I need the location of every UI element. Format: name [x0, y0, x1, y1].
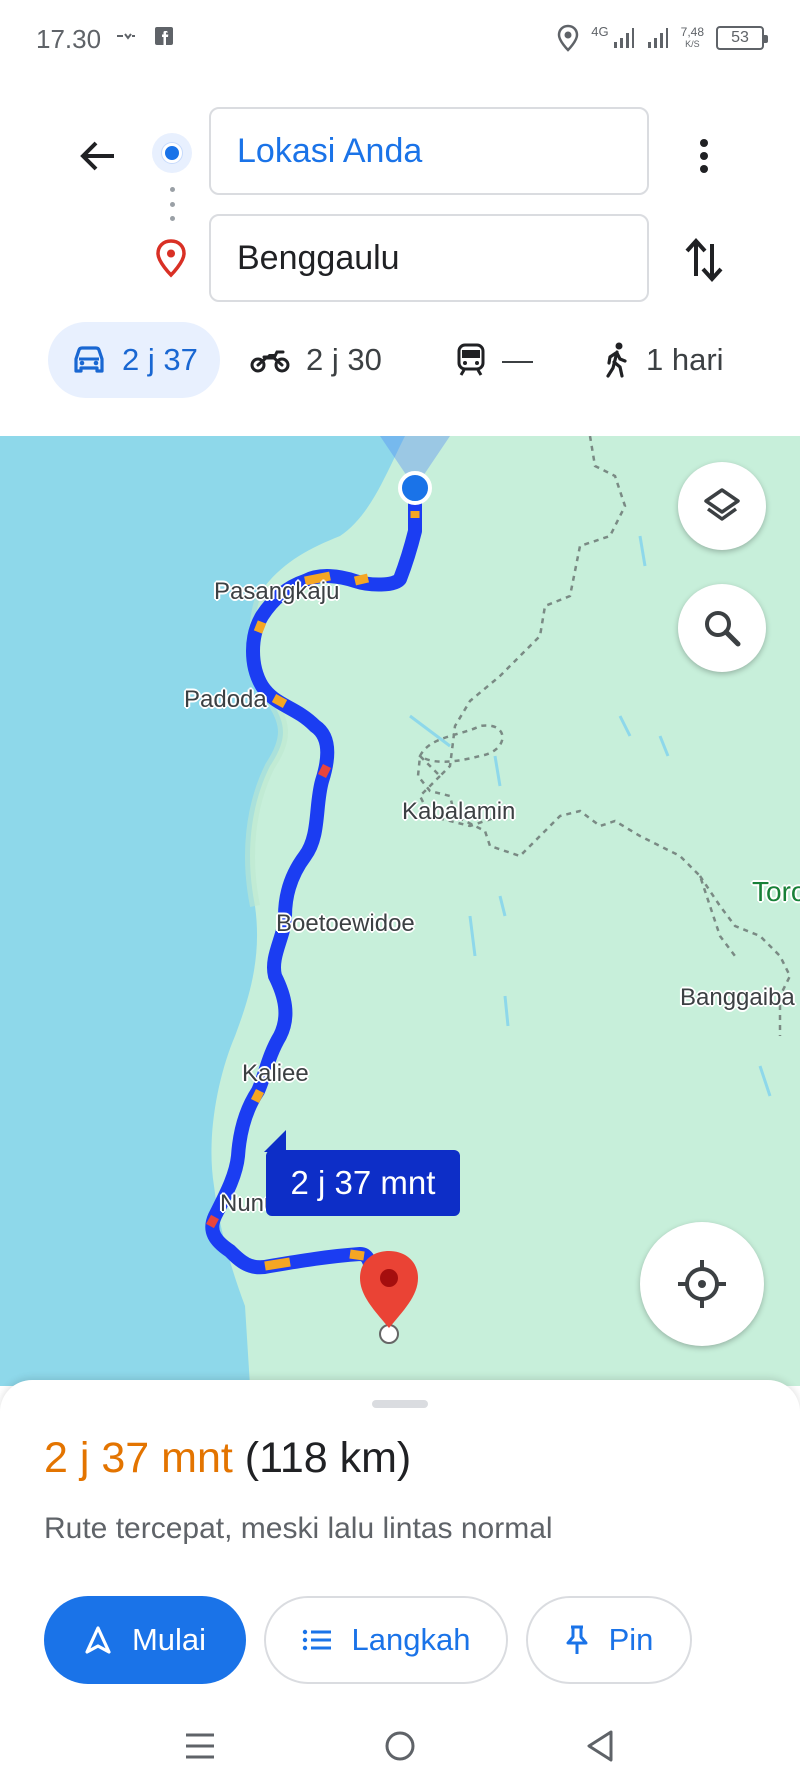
pin-label: Pin	[608, 1622, 654, 1657]
back-arrow-icon	[80, 141, 114, 171]
map-search-button[interactable]	[678, 584, 766, 672]
steps-button[interactable]: Langkah	[264, 1596, 508, 1684]
more-options-button[interactable]	[680, 128, 728, 184]
more-vert-icon	[700, 139, 708, 173]
network-label: 4G	[591, 24, 609, 39]
signal-icon	[613, 28, 634, 48]
home-circle-icon	[385, 1731, 415, 1761]
status-left-icons	[116, 26, 174, 46]
status-time: 17.30	[36, 24, 102, 54]
map-view[interactable]: Pasangkaju Padoda Kabalamin Boetoewidoe …	[0, 436, 800, 1386]
route-summary: 2 j 37 mnt (118 km)	[44, 1434, 411, 1483]
car-duration: 2 j 37	[122, 342, 198, 377]
pin-button[interactable]: Pin	[526, 1596, 692, 1684]
status-bar: 17.30 4G 7,48 K/S 53	[0, 0, 800, 80]
route-duration-text: 2 j 37 mnt	[290, 1164, 436, 1201]
pushpin-icon	[566, 1625, 588, 1654]
place-label-kabalamin: Kabalamin	[402, 798, 516, 825]
car-icon	[74, 346, 104, 373]
summary-distance: (118 km)	[244, 1434, 412, 1482]
place-label-padoda: Padoda	[184, 686, 267, 713]
transit-duration: —	[502, 342, 533, 377]
route-duration-chip[interactable]: 2 j 37 mnt	[264, 1130, 460, 1216]
battery-indicator: 53	[716, 26, 768, 50]
menu-lines-icon	[186, 1733, 214, 1759]
place-label-banggaiba: Banggaiba	[680, 984, 795, 1011]
route-note: Rute tercepat, meski lalu lintas normal	[44, 1512, 553, 1545]
motorcycle-icon	[250, 350, 290, 373]
map-destination-pin[interactable]	[360, 1251, 418, 1344]
speed-unit: K/S	[685, 39, 700, 49]
destination-pin-icon	[156, 239, 186, 278]
place-label-pasangkaju: Pasangkaju	[214, 578, 340, 605]
swap-button[interactable]	[676, 232, 732, 288]
my-location-button[interactable]	[640, 1222, 764, 1346]
recents-button[interactable]	[176, 1722, 224, 1770]
train-icon	[457, 343, 485, 376]
route-actions: Mulai Langkah Pin	[44, 1596, 692, 1684]
status-right-icons: 4G 7,48 K/S 53	[557, 24, 768, 52]
place-label-toro: Toro	[752, 876, 800, 907]
place-label-kaliee: Kaliee	[242, 1060, 309, 1087]
system-nav-bar	[0, 1700, 800, 1791]
destination-field-value: Benggaulu	[237, 238, 400, 277]
swap-icon	[685, 238, 723, 282]
back-button[interactable]	[70, 128, 126, 184]
navigation-arrow-icon	[85, 1626, 111, 1654]
summary-duration: 2 j 37 mnt	[44, 1434, 233, 1482]
battery-level: 53	[731, 29, 749, 46]
walk-icon	[606, 342, 627, 378]
location-icon	[558, 24, 579, 52]
route-connector-dots	[169, 187, 175, 221]
current-location-dot	[398, 471, 432, 505]
start-label: Mulai	[131, 1622, 207, 1657]
motorcycle-duration: 2 j 30	[306, 342, 382, 377]
layers-button[interactable]	[678, 462, 766, 550]
notification-icon	[117, 33, 135, 40]
origin-field[interactable]: Lokasi Anda	[209, 107, 649, 195]
tab-transit[interactable]: —	[456, 322, 533, 398]
search-icon	[705, 611, 741, 647]
origin-marker-icon	[152, 133, 192, 173]
origin-field-value: Lokasi Anda	[237, 131, 423, 170]
crosshair-icon	[678, 1260, 726, 1308]
facebook-icon	[155, 27, 173, 45]
wifi-signal-icon	[647, 28, 668, 48]
home-button[interactable]	[376, 1722, 424, 1770]
network-speed: 7,48 K/S	[681, 26, 704, 50]
destination-field[interactable]: Benggaulu	[209, 214, 649, 302]
list-icon	[302, 1629, 331, 1651]
travel-mode-tabs: 2 j 37 2 j 30 — 1 hari	[0, 322, 800, 408]
tab-car[interactable]: 2 j 37	[48, 322, 220, 398]
speed-value: 7,48	[680, 25, 704, 39]
tab-walk[interactable]: 1 hari	[604, 322, 724, 398]
drag-handle[interactable]	[372, 1400, 428, 1408]
walk-duration: 1 hari	[646, 342, 724, 377]
place-label-boetoewidoe: Boetoewidoe	[276, 910, 415, 937]
steps-label: Langkah	[351, 1622, 471, 1657]
back-nav-button[interactable]	[576, 1722, 624, 1770]
layers-icon	[704, 488, 740, 521]
tab-motorcycle[interactable]: 2 j 30	[250, 322, 382, 398]
back-triangle-icon	[587, 1730, 613, 1762]
start-button[interactable]: Mulai	[44, 1596, 246, 1684]
